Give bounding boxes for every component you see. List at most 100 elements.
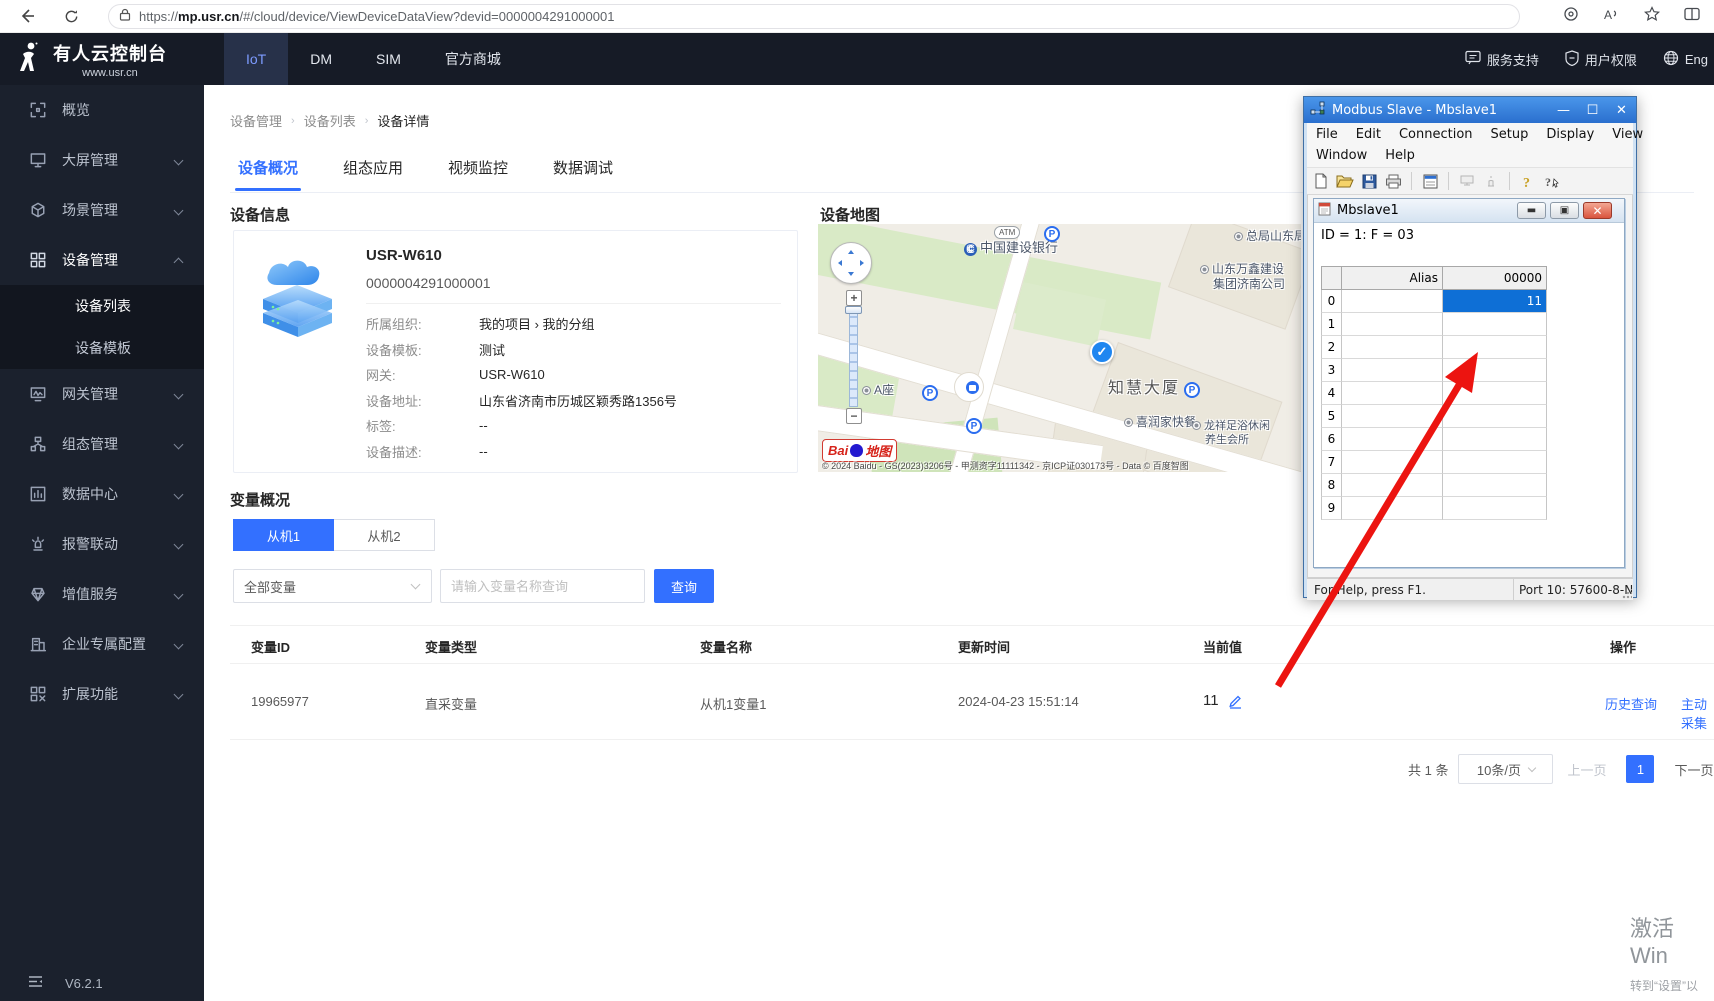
sidebar-item-设备管理[interactable]: 设备管理 <box>0 235 204 285</box>
display-setup-icon[interactable] <box>1421 172 1439 190</box>
split-screen-icon[interactable] <box>1684 7 1700 26</box>
close-icon[interactable]: ✕ <box>1607 97 1636 123</box>
print-icon[interactable] <box>1384 172 1402 190</box>
edit-value-icon[interactable] <box>1228 694 1242 712</box>
current-page-button[interactable]: 1 <box>1626 755 1655 783</box>
modbus-alias-cell[interactable] <box>1342 313 1443 336</box>
modbus-menu-display[interactable]: Display <box>1537 125 1603 144</box>
map-zoom-slider[interactable] <box>849 308 858 407</box>
topnav-globe[interactable]: Eng <box>1663 50 1708 69</box>
sidebar-item-网关管理[interactable]: 网关管理 <box>0 369 204 419</box>
sidebar-item-场景管理[interactable]: 场景管理 <box>0 185 204 235</box>
read-aloud-icon[interactable]: A <box>1603 7 1620 27</box>
modbus-alias-cell[interactable] <box>1342 497 1443 520</box>
breadcrumb-item-设备列表[interactable]: 设备列表 <box>304 111 356 130</box>
sidebar-item-扩展功能[interactable]: 扩展功能 <box>0 669 204 719</box>
map-zoom-in-button[interactable]: + <box>846 290 862 306</box>
topnav-item-DM[interactable]: DM <box>288 33 354 85</box>
modbus-menu-setup[interactable]: Setup <box>1482 125 1538 144</box>
address-bar[interactable]: https://mp.usr.cn/#/cloud/device/ViewDev… <box>108 4 1520 29</box>
modbus-alias-cell[interactable] <box>1342 290 1443 313</box>
variable-type-select[interactable]: 全部变量 <box>233 569 432 603</box>
modbus-titlebar[interactable]: Modbus Slave - Mbslave1 — ☐ ✕ <box>1304 97 1636 123</box>
modbus-menu-view[interactable]: View <box>1603 125 1652 144</box>
maximize-icon[interactable]: ☐ <box>1578 97 1607 123</box>
collapse-sidebar-icon[interactable] <box>28 975 43 991</box>
topnav-item-SIM[interactable]: SIM <box>354 33 423 85</box>
modbus-row[interactable]: 3 <box>1321 359 1547 382</box>
sidebar-item-增值服务[interactable]: 增值服务 <box>0 569 204 619</box>
modbus-value-cell[interactable] <box>1443 451 1547 474</box>
sidebar-item-数据中心[interactable]: 数据中心 <box>0 469 204 519</box>
query-button[interactable]: 查询 <box>654 569 714 603</box>
help-icon[interactable]: ? <box>1519 172 1537 190</box>
modbus-row[interactable]: 1 <box>1321 313 1547 336</box>
modbus-value-cell[interactable] <box>1443 382 1547 405</box>
tab-设备概况[interactable]: 设备概况 <box>235 157 301 191</box>
action-link-历史查询[interactable]: 历史查询 <box>1605 694 1657 713</box>
modbus-alias-cell[interactable] <box>1342 336 1443 359</box>
modbus-row[interactable]: 7 <box>1321 451 1547 474</box>
location-icon[interactable] <box>1563 6 1579 27</box>
modbus-alias-cell[interactable] <box>1342 359 1443 382</box>
modbus-register-table[interactable]: Alias 00000 0 11 1 2 3 4 5 6 7 8 9 <box>1321 266 1547 520</box>
modbus-value-cell[interactable] <box>1443 359 1547 382</box>
breadcrumb-item-设备管理[interactable]: 设备管理 <box>230 111 282 130</box>
device-map[interactable]: C 中国建设银行 ATM P P P P ✓ A座 知慧大厦 喜润家快餐 龙祥足浴休闲 养生会所 总局山东… <box>818 224 1301 472</box>
topnav-shield[interactable]: 用户权限 <box>1565 49 1637 69</box>
sidebar-item-概览[interactable]: 概览 <box>0 85 204 135</box>
modbus-row[interactable]: 4 <box>1321 382 1547 405</box>
modbus-menu-edit[interactable]: Edit <box>1347 125 1390 144</box>
open-file-icon[interactable] <box>1336 172 1354 190</box>
modbus-row[interactable]: 8 <box>1321 474 1547 497</box>
modbus-alias-cell[interactable] <box>1342 428 1443 451</box>
context-help-icon[interactable]: ? <box>1543 172 1561 190</box>
map-zoom-out-button[interactable]: − <box>846 408 862 424</box>
device-location-marker[interactable]: ✓ <box>1090 340 1114 364</box>
refresh-icon[interactable] <box>56 3 86 29</box>
prev-page-button[interactable]: 上一页 <box>1567 760 1606 779</box>
modbus-value-cell[interactable] <box>1443 474 1547 497</box>
sidebar-item-企业专属配置[interactable]: 企业专属配置 <box>0 619 204 669</box>
modbus-menu-help[interactable]: Help <box>1376 146 1424 165</box>
modbus-alias-cell[interactable] <box>1342 405 1443 428</box>
modbus-alias-cell[interactable] <box>1342 382 1443 405</box>
modbus-row[interactable]: 0 11 <box>1321 290 1547 313</box>
modbus-row[interactable]: 5 <box>1321 405 1547 428</box>
tab-数据调试[interactable]: 数据调试 <box>553 157 613 191</box>
next-page-button[interactable]: 下一页 <box>1674 760 1713 779</box>
modbus-value-cell[interactable] <box>1443 336 1547 359</box>
connection-setup-icon[interactable] <box>1458 172 1476 190</box>
action-link-主动采集[interactable]: 主动采集 <box>1681 694 1714 732</box>
modbus-value-cell[interactable] <box>1443 405 1547 428</box>
doc-close-icon[interactable]: ✕ <box>1583 202 1612 219</box>
variable-search-input[interactable] <box>440 569 645 603</box>
map-pan-control[interactable] <box>830 242 872 284</box>
modbus-menu-window[interactable]: Window <box>1307 146 1376 165</box>
tab-视频监控[interactable]: 视频监控 <box>448 157 508 191</box>
topnav-chat[interactable]: 服务支持 <box>1465 50 1539 69</box>
modbus-row[interactable]: 9 <box>1321 497 1547 520</box>
save-icon[interactable] <box>1360 172 1378 190</box>
page-size-select[interactable]: 10条/页 <box>1458 754 1554 784</box>
modbus-menu-connection[interactable]: Connection <box>1390 125 1482 144</box>
sidebar-item-大屏管理[interactable]: 大屏管理 <box>0 135 204 185</box>
map-zoom-handle[interactable] <box>845 306 862 314</box>
modbus-value-cell[interactable] <box>1443 497 1547 520</box>
poll-definition-icon[interactable] <box>1482 172 1500 190</box>
slave-tab-从机2[interactable]: 从机2 <box>334 519 435 551</box>
tab-组态应用[interactable]: 组态应用 <box>343 157 403 191</box>
modbus-value-cell[interactable] <box>1443 428 1547 451</box>
app-logo[interactable]: 有人云控制台 www.usr.cn <box>0 33 224 85</box>
modbus-value-cell[interactable] <box>1443 313 1547 336</box>
minimize-icon[interactable]: — <box>1549 97 1578 123</box>
topnav-item-IoT[interactable]: IoT <box>224 33 289 85</box>
modbus-slave-window[interactable]: Modbus Slave - Mbslave1 — ☐ ✕ File Edit Co… <box>1303 96 1643 600</box>
mbslave1-document-window[interactable]: Mbslave1 ▬ ▣ ✕ ID = 1: F = 03 Alias 00000… <box>1313 198 1625 568</box>
modbus-alias-cell[interactable] <box>1342 451 1443 474</box>
back-icon[interactable] <box>12 3 42 29</box>
modbus-row[interactable]: 2 <box>1321 336 1547 359</box>
favorite-star-icon[interactable] <box>1644 6 1660 27</box>
sidebar-subitem-设备列表[interactable]: 设备列表 <box>0 285 204 327</box>
slave-tab-从机1[interactable]: 从机1 <box>233 519 334 551</box>
